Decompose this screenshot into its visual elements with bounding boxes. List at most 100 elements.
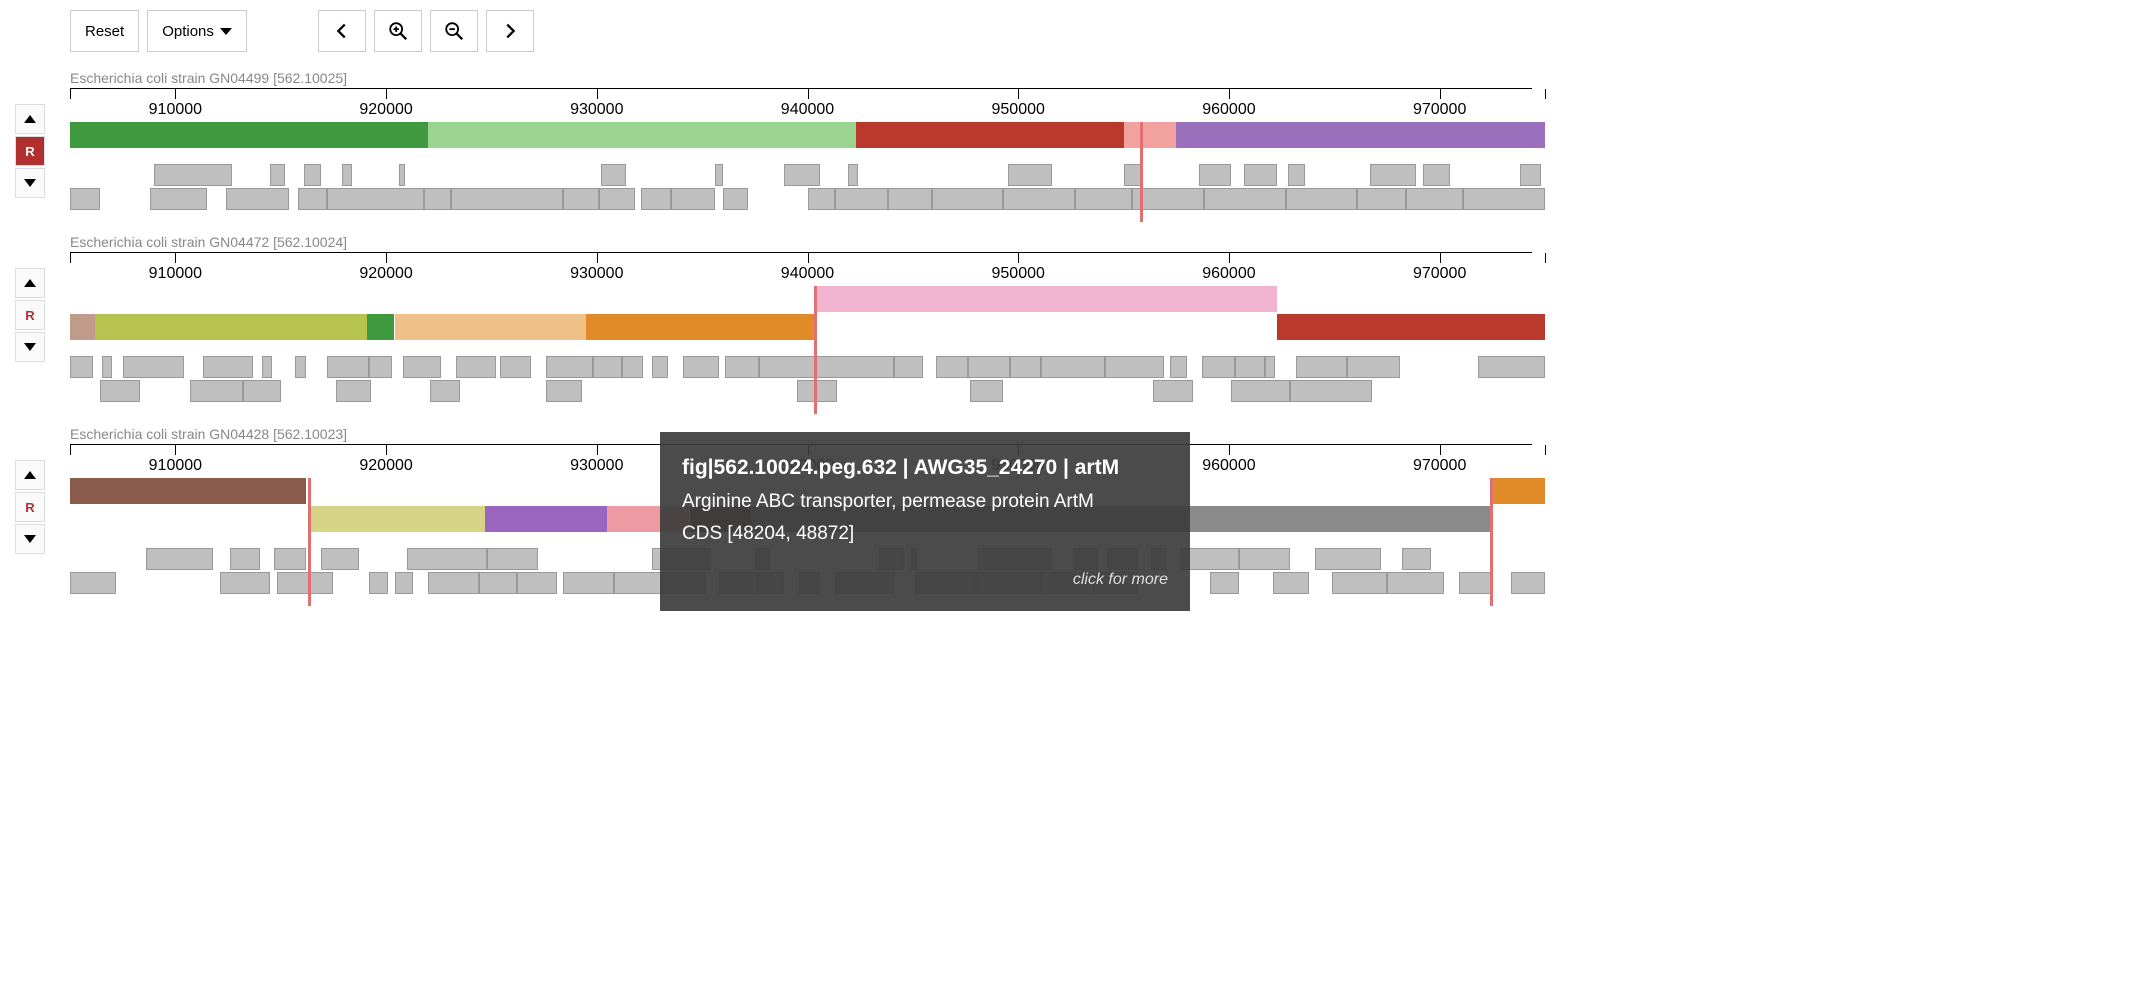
feature-segment[interactable] [100,380,140,402]
feature-segment[interactable] [369,572,388,594]
feature-segment[interactable] [856,122,1124,148]
feature-segment[interactable] [546,380,582,402]
feature-segment[interactable] [723,188,748,210]
reset-button[interactable]: Reset [70,10,139,52]
feature-segment[interactable] [848,164,859,186]
feature-segment[interactable] [1490,478,1545,504]
feature-segment[interactable] [1370,164,1416,186]
track-viz[interactable]: 9100009200009300009400009500009600009700… [70,88,1532,212]
feature-segment[interactable] [784,164,820,186]
feature-segment[interactable] [1286,188,1358,210]
feature-segment[interactable] [274,548,306,570]
feature-segment[interactable] [70,188,100,210]
feature-segment[interactable] [1277,314,1545,340]
feature-segment[interactable] [808,188,835,210]
feature-segment[interactable] [70,314,95,340]
feature-segment[interactable] [1239,548,1290,570]
feature-segment[interactable] [479,572,517,594]
feature-segment[interactable] [1003,188,1075,210]
feature-segment[interactable] [586,314,814,340]
feature-segment[interactable] [888,188,932,210]
feature-segment[interactable] [270,164,285,186]
feature-segment[interactable] [1199,164,1231,186]
feature-segment[interactable] [304,164,321,186]
feature-segment[interactable] [968,356,1010,378]
feature-segment[interactable] [428,572,479,594]
feature-tooltip[interactable]: fig|562.10024.peg.632 | AWG35_24270 | ar… [660,432,1190,611]
feature-segment[interactable] [1288,164,1305,186]
feature-segment[interactable] [123,356,184,378]
feature-segment[interactable] [369,356,392,378]
reverse-strand-button[interactable]: R [15,136,45,166]
feature-segment[interactable] [1290,380,1372,402]
feature-segment[interactable] [1402,548,1432,570]
feature-segment[interactable] [203,356,254,378]
feature-segment[interactable] [327,188,424,210]
feature-segment[interactable] [190,380,243,402]
feature-segment[interactable] [1406,188,1463,210]
feature-segment[interactable] [395,314,587,340]
feature-segment[interactable] [403,356,441,378]
feature-segment[interactable] [1357,188,1405,210]
feature-segment[interactable] [1204,188,1286,210]
feature-segment[interactable] [599,188,635,210]
feature-segment[interactable] [1124,122,1177,148]
feature-segment[interactable] [262,356,273,378]
feature-segment[interactable] [1511,572,1545,594]
feature-segment[interactable] [546,356,592,378]
feature-segment[interactable] [277,572,311,594]
feature-segment[interactable] [1105,356,1164,378]
feature-segment[interactable] [428,122,856,148]
feature-segment[interactable] [321,548,359,570]
feature-segment[interactable] [797,380,837,402]
scroll-right-button[interactable] [486,10,534,52]
feature-segment[interactable] [814,286,1278,312]
feature-segment[interactable] [456,356,496,378]
feature-segment[interactable] [641,188,671,210]
options-button[interactable]: Options [147,10,247,52]
move-down-button[interactable] [15,332,45,362]
move-up-button[interactable] [15,268,45,298]
feature-segment[interactable] [70,356,93,378]
feature-segment[interactable] [367,314,394,340]
zoom-in-button[interactable] [374,10,422,52]
feature-segment[interactable] [424,188,451,210]
feature-segment[interactable] [652,356,669,378]
feature-segment[interactable] [487,548,538,570]
scroll-left-button[interactable] [318,10,366,52]
feature-segment[interactable] [500,356,532,378]
feature-segment[interactable] [102,356,113,378]
feature-segment[interactable] [1387,572,1444,594]
feature-segment[interactable] [932,188,1004,210]
reverse-strand-button[interactable]: R [15,492,45,522]
feature-segment[interactable] [1231,380,1290,402]
feature-segment[interactable] [1520,164,1541,186]
feature-segment[interactable] [1244,164,1278,186]
feature-segment[interactable] [1010,356,1042,378]
feature-segment[interactable] [298,188,328,210]
feature-segment[interactable] [1463,188,1545,210]
feature-segment[interactable] [1347,356,1400,378]
feature-segment[interactable] [614,572,662,594]
feature-segment[interactable] [1265,356,1276,378]
feature-segment[interactable] [1153,380,1193,402]
feature-segment[interactable] [683,356,719,378]
move-up-button[interactable] [15,460,45,490]
move-down-button[interactable] [15,524,45,554]
feature-segment[interactable] [220,572,271,594]
feature-segment[interactable] [894,356,924,378]
feature-segment[interactable] [327,356,369,378]
feature-segment[interactable] [1008,164,1052,186]
feature-segment[interactable] [1459,572,1493,594]
feature-segment[interactable] [451,188,563,210]
feature-segment[interactable] [517,572,557,594]
feature-segment[interactable] [936,356,968,378]
feature-segment[interactable] [70,572,116,594]
reverse-strand-button[interactable]: R [15,300,45,330]
feature-segment[interactable] [593,356,623,378]
feature-segment[interactable] [342,164,353,186]
feature-segment[interactable] [395,572,414,594]
feature-segment[interactable] [563,572,614,594]
feature-segment[interactable] [1075,188,1132,210]
feature-segment[interactable] [226,188,289,210]
